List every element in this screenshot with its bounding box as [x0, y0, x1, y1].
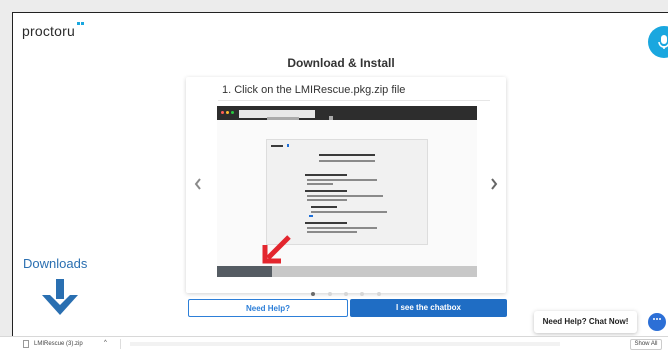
proctoru-logo: proctoru [22, 22, 84, 39]
need-help-button[interactable]: Need Help? [188, 299, 348, 317]
doc-heading-line [271, 145, 283, 147]
see-chatbox-button[interactable]: I see the chatbox [350, 299, 507, 317]
download-file-name[interactable]: LMIRescue (3).zip [34, 341, 83, 347]
logo-mark-icon [77, 22, 84, 25]
doc-line [307, 179, 377, 181]
doc-line [311, 206, 337, 208]
doc-line [307, 227, 377, 229]
browser-titlebar [217, 106, 477, 120]
chat-bubble-icon [653, 318, 661, 320]
download-separator [120, 339, 121, 349]
window-zoom-dot [231, 111, 234, 114]
logo-text: proctoru [22, 23, 75, 39]
window-minimize-dot [226, 111, 229, 114]
doc-line [311, 211, 387, 213]
pagination-dot[interactable] [344, 292, 348, 296]
red-pointer-arrow-icon [262, 235, 291, 264]
document-preview [266, 139, 428, 245]
arrow-down-icon [42, 279, 78, 315]
doc-accent [309, 215, 313, 217]
doc-line [307, 183, 333, 185]
browser-tab [239, 110, 333, 120]
downloads-annotation-label: Downloads [23, 256, 88, 271]
doc-line [307, 231, 357, 233]
doc-line [319, 154, 375, 156]
pagination-dot[interactable] [376, 292, 381, 296]
doc-line [305, 174, 347, 176]
browser-tab-title [267, 117, 299, 120]
show-all-button[interactable]: Show All [630, 339, 662, 350]
chat-now-prompt[interactable]: Need Help? Chat Now! [534, 311, 637, 333]
doc-line [307, 195, 383, 197]
chevron-up-icon[interactable]: ^ [104, 340, 107, 346]
prev-slide-button[interactable] [194, 174, 202, 195]
page-title: Download & Install [287, 56, 395, 70]
zip-file-icon [23, 340, 29, 348]
divider [218, 100, 490, 101]
chat-launcher-button[interactable] [648, 313, 666, 331]
doc-line [305, 222, 347, 224]
doc-line [305, 190, 347, 192]
doc-accent [287, 144, 289, 147]
microphone-button[interactable] [648, 26, 668, 58]
instruction-screenshot [217, 106, 477, 277]
step-instruction: 1. Click on the LMIRescue.pkg.zip file [222, 84, 406, 96]
doc-line [319, 160, 375, 162]
download-bar-space [130, 342, 560, 346]
chevron-right-icon [491, 178, 498, 190]
browser-download-bar: LMIRescue (3).zip ^ Show All [0, 336, 668, 351]
pagination-dot[interactable] [311, 292, 316, 296]
chevron-left-icon [194, 178, 201, 190]
download-item-preview [217, 266, 272, 277]
pagination-dot[interactable] [360, 292, 365, 296]
next-slide-button[interactable] [490, 174, 498, 195]
pagination-dot[interactable] [327, 292, 332, 296]
tab-close-icon [329, 116, 333, 120]
doc-line [307, 199, 347, 201]
instruction-card: 1. Click on the LMIRescue.pkg.zip file [186, 77, 506, 296]
microphone-icon [658, 35, 668, 49]
window-close-dot [221, 111, 224, 114]
main-frame: proctoru Download & Install 1. Click on … [12, 12, 668, 337]
